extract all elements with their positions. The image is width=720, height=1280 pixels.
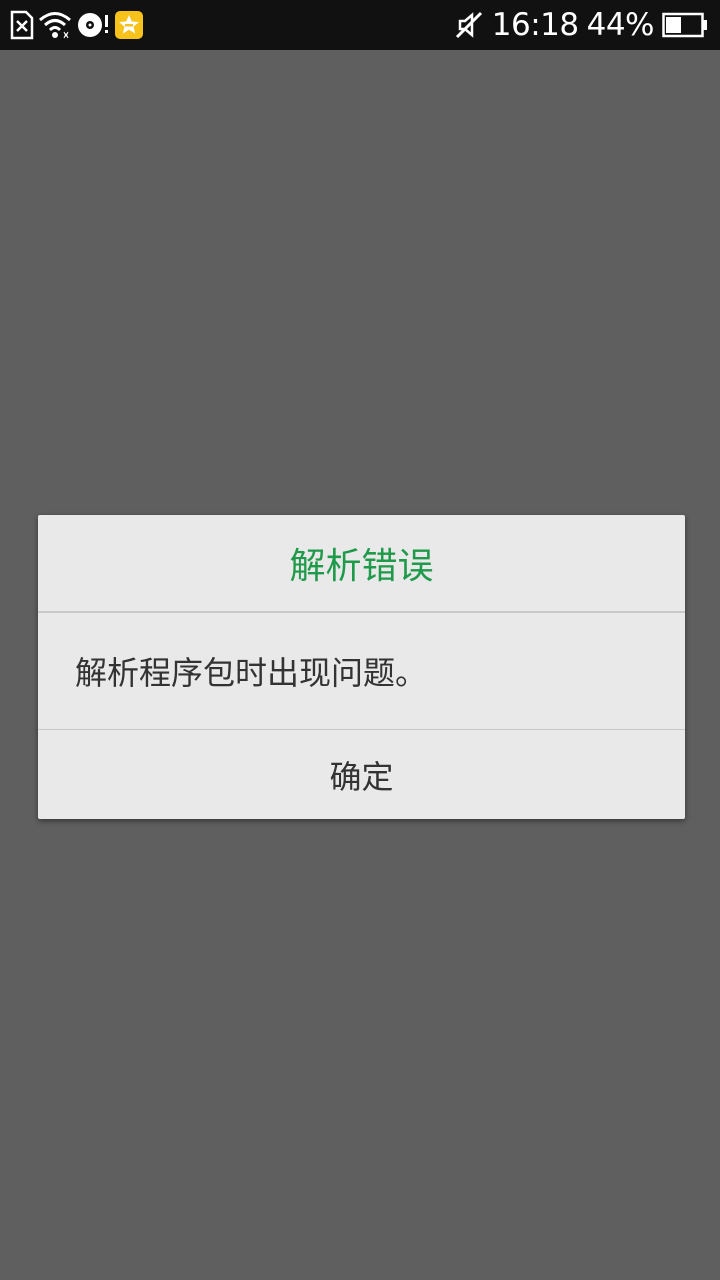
status-bar: 16:18 44% (0, 0, 720, 50)
ok-button[interactable]: 确定 (38, 730, 685, 819)
status-bar-system: 16:18 44% (454, 8, 708, 42)
battery-level-fill (666, 17, 681, 33)
sim-error-icon (10, 10, 34, 40)
battery-percentage: 44% (586, 7, 655, 43)
status-bar-notifications (10, 8, 144, 42)
mute-icon (454, 10, 484, 40)
qq-icon (114, 10, 144, 40)
dialog-message: 解析程序包时出现问题。 (38, 613, 685, 730)
clock: 16:18 (491, 7, 579, 43)
dialog-title: 解析错误 (38, 515, 685, 613)
battery-icon (662, 12, 708, 38)
sync-alert-icon (76, 10, 110, 40)
wifi-icon (38, 10, 72, 40)
parse-error-dialog: 解析错误 解析程序包时出现问题。 确定 (38, 515, 685, 819)
